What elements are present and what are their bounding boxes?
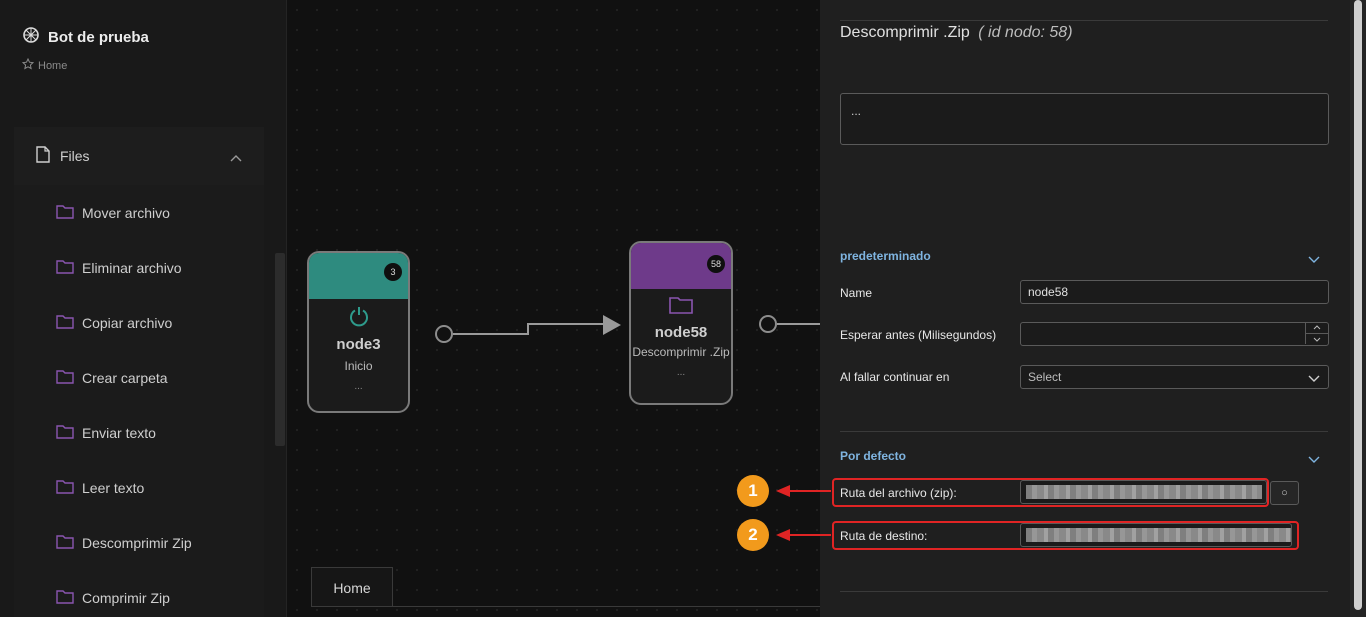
sidebar-item-label: Eliminar archivo (82, 259, 182, 276)
section-title-predeterminado[interactable]: predeterminado (840, 249, 931, 263)
sidebar-item[interactable]: Crear carpeta (14, 350, 264, 405)
sidebar-menu: Files Mover archivo Eliminar archivo Copia… (14, 127, 264, 617)
name-label: Name (840, 286, 873, 300)
stepper-up-icon[interactable] (1306, 322, 1328, 333)
node-subtitle: Inicio (344, 359, 373, 373)
power-icon (309, 305, 408, 332)
sidebar-item-label: Enviar texto (82, 424, 156, 441)
folder-icon (56, 534, 74, 552)
panel-node-id: ( id nodo: 58) (978, 24, 1073, 41)
highlight-dest-field (832, 521, 1299, 550)
folder-icon (56, 204, 74, 222)
chevron-down-icon[interactable] (1308, 251, 1320, 269)
node3-output-port[interactable] (435, 325, 453, 343)
sidebar-item[interactable]: Enviar texto (14, 405, 264, 460)
flow-node-node58[interactable]: 58 node58 Descomprimir .Zip ... (629, 241, 733, 405)
folder-icon (56, 479, 74, 497)
app-root: Bot de prueba Home Files Mover archivo El… (0, 0, 1366, 617)
step-marker-1: 1 (737, 475, 769, 507)
wait-label: Esperar antes (Milisegundos) (840, 328, 997, 342)
fail-label: Al fallar continuar en (840, 370, 950, 384)
folder-icon (56, 259, 74, 277)
node-name: node58 (654, 324, 708, 341)
node-dots: ... (354, 381, 363, 392)
sidebar-item[interactable]: Descomprimir Zip (14, 515, 264, 570)
folder-icon (56, 424, 74, 442)
step-marker-2: 2 (737, 519, 769, 551)
edge-node3-node58 (453, 323, 605, 335)
description-textarea[interactable]: ... (840, 93, 1329, 145)
sidebar-item-label: Leer texto (82, 479, 145, 496)
folder-icon (56, 369, 74, 387)
chevron-down-icon (1308, 370, 1320, 388)
panel-scrollbar-thumb[interactable] (1354, 0, 1362, 610)
node-id-badge: 3 (384, 263, 402, 281)
stepper-down-icon[interactable] (1306, 333, 1328, 344)
tab-home[interactable]: Home (311, 567, 393, 607)
node58-output-port[interactable] (759, 315, 777, 333)
star-icon (21, 57, 35, 73)
sidebar-item[interactable]: Comprimir Zip (14, 570, 264, 617)
divider (840, 431, 1328, 432)
node-id-badge: 58 (706, 255, 725, 273)
breadcrumb[interactable]: Home (21, 57, 68, 73)
wait-stepper[interactable] (1305, 322, 1328, 344)
flow-node-node3[interactable]: 3 node3 Inicio ... (307, 251, 410, 413)
sidebar-item-label: Crear carpeta (82, 369, 168, 386)
sidebar-item[interactable]: Leer texto (14, 460, 264, 515)
sidebar-item-label: Copiar archivo (82, 314, 173, 331)
folder-icon (56, 314, 74, 332)
sidebar-group-files[interactable]: Files (14, 127, 264, 185)
chevron-up-icon (230, 149, 242, 165)
divider (840, 20, 1328, 21)
sidebar-item-label: Mover archivo (82, 204, 170, 221)
section-title-por-defecto[interactable]: Por defecto (840, 449, 906, 463)
sidebar: Bot de prueba Home Files Mover archivo El… (0, 0, 287, 617)
panel-title: Descomprimir .Zip ( id nodo: 58) (840, 24, 1073, 42)
app-title: Bot de prueba (48, 29, 149, 46)
node-name: node3 (336, 336, 381, 353)
divider (840, 591, 1328, 592)
browse-zip-button[interactable]: ○ (1270, 481, 1299, 505)
sidebar-scrollbar[interactable] (275, 253, 285, 446)
sidebar-item-label: Descomprimir Zip (82, 534, 192, 551)
brand[interactable]: Bot de prueba (22, 26, 149, 49)
highlight-zip-field (832, 478, 1269, 507)
sidebar-item-label: Comprimir Zip (82, 589, 170, 606)
sidebar-item[interactable]: Copiar archivo (14, 295, 264, 350)
node-subtitle: Descomprimir .Zip (632, 345, 730, 359)
node-header: 3 (309, 253, 408, 299)
breadcrumb-home: Home (38, 59, 68, 72)
panel-scrollbar[interactable] (1350, 0, 1366, 617)
folder-icon (56, 589, 74, 607)
node-header: 58 (631, 243, 731, 289)
sidebar-group-label: Files (60, 148, 90, 164)
panel-title-text: Descomprimir .Zip (840, 24, 970, 41)
folder-icon (631, 295, 731, 320)
sidebar-item[interactable]: Mover archivo (14, 185, 264, 240)
file-icon (36, 146, 50, 166)
tab-underline (311, 606, 820, 607)
sidebar-item[interactable]: Eliminar archivo (14, 240, 264, 295)
arrow-head (603, 315, 621, 335)
wait-input[interactable] (1020, 322, 1329, 346)
fail-select[interactable]: Select (1020, 365, 1329, 389)
node-dots: ... (676, 367, 686, 378)
chevron-down-icon[interactable] (1308, 451, 1320, 469)
wheel-icon (22, 26, 40, 49)
name-input[interactable] (1020, 280, 1329, 304)
